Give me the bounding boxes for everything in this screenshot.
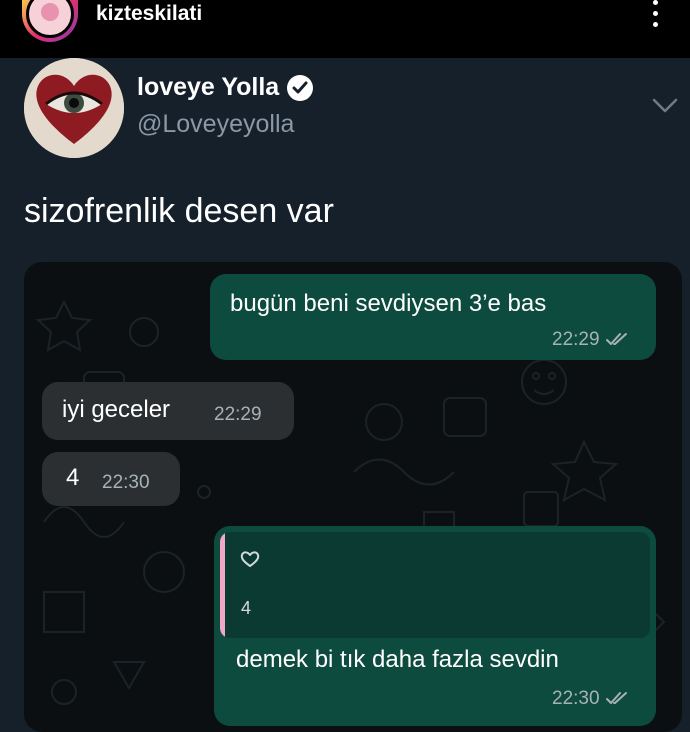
tweet-text: sizofrenlik desen var xyxy=(24,192,334,230)
story-avatar[interactable] xyxy=(22,0,78,42)
message-text: iyi geceler xyxy=(62,396,171,423)
incoming-message[interactable]: 4 22:30 xyxy=(42,452,180,506)
message-time: 22:29 xyxy=(552,329,600,350)
story-header: kizteskilati xyxy=(0,0,690,58)
tweet-handle[interactable]: @Loveyeyolla xyxy=(137,110,294,139)
quoted-text: 4 xyxy=(241,598,252,618)
message-time: 22:30 xyxy=(102,472,150,493)
message-text: 4 xyxy=(66,464,80,491)
more-vertical-icon[interactable] xyxy=(652,0,660,28)
message-time: 22:30 xyxy=(552,688,600,709)
heart-outline-icon xyxy=(240,551,260,567)
message-text: demek bi tık daha fazla sevdin xyxy=(236,646,559,673)
chevron-down-icon[interactable] xyxy=(652,98,678,119)
outgoing-message[interactable]: bugün beni sevdiysen 3’e bas 22:29 xyxy=(210,274,656,360)
double-check-icon xyxy=(606,333,627,345)
tweet-avatar[interactable] xyxy=(24,58,124,158)
heart-eye-logo-icon xyxy=(24,58,124,158)
quoted-message[interactable]: 4 xyxy=(220,532,650,638)
outgoing-reply-message[interactable]: 4 demek bi tık daha fazla sevdin 22:30 xyxy=(214,526,656,726)
double-check-icon xyxy=(606,692,627,704)
display-name: loveye Yolla xyxy=(137,73,280,101)
tweet-author[interactable]: loveye Yolla xyxy=(137,73,314,102)
message-time: 22:29 xyxy=(214,404,262,425)
chat-screenshot: bugün beni sevdiysen 3’e bas 22:29 iyi g… xyxy=(24,262,682,732)
incoming-message[interactable]: iyi geceler 22:29 xyxy=(42,382,294,440)
quote-accent-bar xyxy=(220,532,225,638)
message-text: bugün beni sevdiysen 3’e bas xyxy=(230,290,547,317)
story-username[interactable]: kizteskilati xyxy=(96,2,202,26)
verified-badge-icon xyxy=(287,74,314,101)
avatar-image xyxy=(26,0,74,38)
